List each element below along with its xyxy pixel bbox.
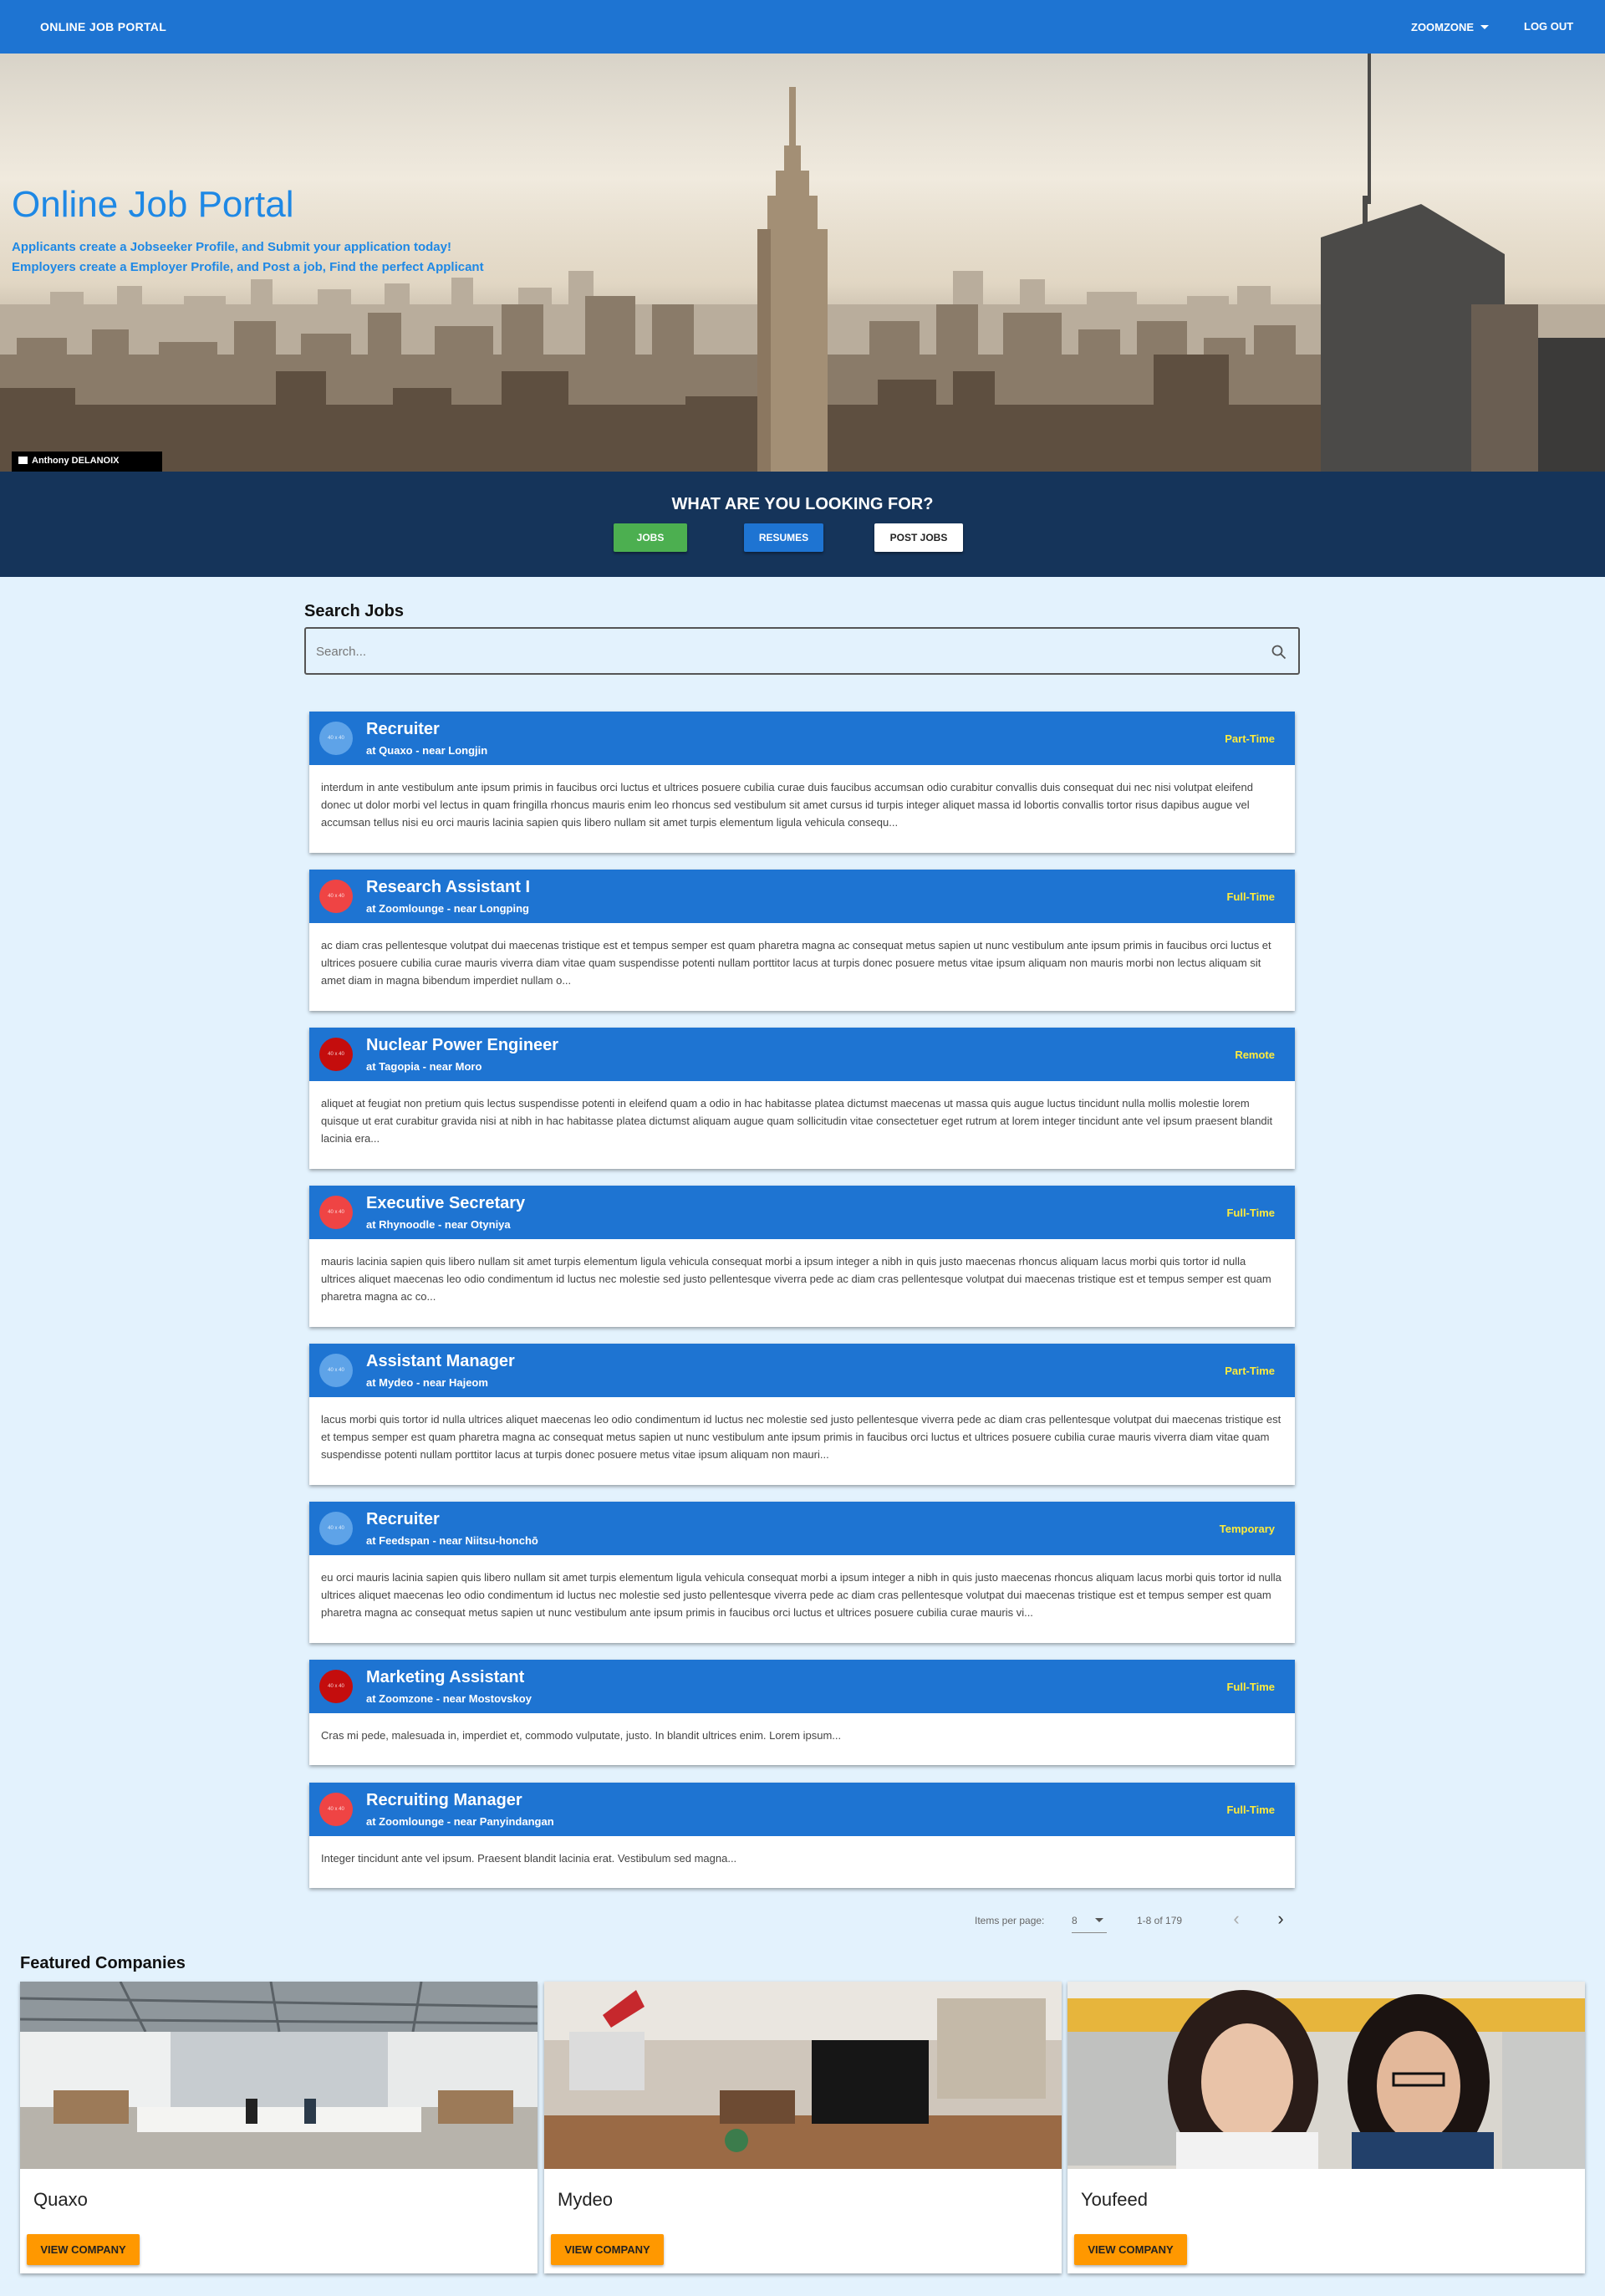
logout-button[interactable]: LOG OUT — [1524, 20, 1573, 33]
job-title[interactable]: Marketing Assistant — [366, 1668, 524, 1687]
job-description: Integer tincidunt ante vel ipsum. Praese… — [321, 1852, 737, 1865]
photo-credit[interactable]: Anthony DELANOIX — [12, 452, 162, 472]
company-name: Quaxo — [33, 2189, 88, 2210]
caret-down-icon — [1480, 25, 1490, 29]
job-type-badge: Full-Time — [1226, 1207, 1275, 1219]
company-logo: 40 x 40 — [319, 1038, 353, 1071]
brand-link[interactable]: ONLINE JOB PORTAL — [40, 20, 166, 33]
company-photo-desk — [544, 1982, 1062, 2169]
job-card[interactable]: 40 x 40 Marketing Assistant at Zoomzone - … — [309, 1660, 1295, 1765]
page-range-label: 1-8 of 179 — [1137, 1915, 1183, 1926]
looking-for-heading: WHAT ARE YOU LOOKING FOR? — [671, 495, 934, 513]
job-company-location: at Feedspan - near Niitsu-honchō — [366, 1534, 538, 1547]
job-card-header: 40 x 40 Recruiting Manager at Zoomlounge -… — [309, 1783, 1295, 1836]
job-company-location: at Mydeo - near Hajeom — [366, 1376, 488, 1389]
company-logo: 40 x 40 — [319, 1670, 353, 1703]
job-card[interactable]: 40 x 40 Research Assistant I at Zoomlounge… — [309, 870, 1295, 1011]
page-size-value: 8 — [1072, 1915, 1078, 1926]
job-card-header: 40 x 40 Executive Secretary at Rhynoodle -… — [309, 1186, 1295, 1239]
job-description: eu orci mauris lacinia sapien quis liber… — [321, 1571, 1281, 1619]
view-company-button[interactable]: VIEW COMPANY — [27, 2234, 140, 2265]
job-description: lacus morbi quis tortor id nulla ultrice… — [321, 1413, 1281, 1461]
company-photo-people — [1067, 1982, 1585, 2169]
camera-icon — [18, 457, 28, 464]
job-card[interactable]: 40 x 40 Recruiting Manager at Zoomlounge -… — [309, 1783, 1295, 1888]
job-card[interactable]: 40 x 40 Nuclear Power Engineer at Tagopia … — [309, 1028, 1295, 1169]
job-card-header: 40 x 40 Recruiter at Feedspan - near Niits… — [309, 1502, 1295, 1555]
next-page-button[interactable]: › — [1268, 1908, 1293, 1933]
job-card-header: 40 x 40 Marketing Assistant at Zoomzone - … — [309, 1660, 1295, 1713]
post-jobs-button[interactable]: POST JOBS — [874, 523, 963, 552]
job-card[interactable]: 40 x 40 Executive Secretary at Rhynoodle -… — [309, 1186, 1295, 1327]
job-title[interactable]: Assistant Manager — [366, 1352, 515, 1371]
job-title[interactable]: Recruiter — [366, 720, 440, 739]
search-field — [304, 627, 1300, 675]
company-name: Mydeo — [558, 2189, 614, 2210]
featured-companies-heading: Featured Companies — [20, 1954, 186, 1972]
company-logo: 40 x 40 — [319, 722, 353, 755]
company-photo-office — [20, 1982, 538, 2169]
job-company-location: at Zoomzone - near Mostovskoy — [366, 1692, 532, 1705]
job-title[interactable]: Nuclear Power Engineer — [366, 1036, 558, 1055]
resumes-button[interactable]: RESUMES — [744, 523, 823, 552]
view-company-button[interactable]: VIEW COMPANY — [1074, 2234, 1187, 2265]
job-type-badge: Part-Time — [1225, 1365, 1275, 1377]
job-type-badge: Full-Time — [1226, 1804, 1275, 1816]
items-per-page-label: Items per page: — [975, 1915, 1045, 1926]
job-company-location: at Tagopia - near Moro — [366, 1060, 482, 1073]
job-title[interactable]: Recruiter — [366, 1510, 440, 1529]
job-title[interactable]: Executive Secretary — [366, 1194, 525, 1213]
job-card-header: 40 x 40 Assistant Manager at Mydeo - near … — [309, 1344, 1295, 1397]
job-company-location: at Zoomlounge - near Longping — [366, 902, 529, 915]
view-company-button[interactable]: VIEW COMPANY — [551, 2234, 664, 2265]
company-logo: 40 x 40 — [319, 1793, 353, 1826]
job-description: Cras mi pede, malesuada in, imperdiet et… — [321, 1729, 842, 1742]
job-company-location: at Rhynoodle - near Otyniya — [366, 1218, 511, 1231]
company-card: Quaxo VIEW COMPANY — [20, 1982, 538, 2273]
job-type-badge: Remote — [1235, 1049, 1275, 1061]
hero-banner: Online Job Portal Applicants create a Jo… — [0, 54, 1605, 472]
hero-subtitle-applicants: Applicants create a Jobseeker Profile, a… — [12, 240, 451, 254]
hero-title: Online Job Portal — [12, 184, 294, 225]
search-input[interactable] — [316, 640, 1236, 662]
jobs-button[interactable]: JOBS — [614, 523, 687, 552]
job-type-badge: Temporary — [1219, 1523, 1275, 1535]
job-title[interactable]: Research Assistant I — [366, 878, 530, 897]
hero-subtitle-employers: Employers create a Employer Profile, and… — [12, 260, 484, 274]
job-card-header: 40 x 40 Research Assistant I at Zoomlounge… — [309, 870, 1295, 923]
job-type-badge: Full-Time — [1226, 1681, 1275, 1693]
job-type-badge: Part-Time — [1225, 732, 1275, 745]
company-logo: 40 x 40 — [319, 1354, 353, 1387]
company-name: Youfeed — [1081, 2189, 1148, 2210]
page-size-select[interactable]: 8 — [1072, 1915, 1107, 1933]
job-card[interactable]: 40 x 40 Recruiter at Feedspan - near Niits… — [309, 1502, 1295, 1643]
job-description: aliquet at feugiat non pretium quis lect… — [321, 1097, 1273, 1145]
user-menu-label: ZOOMZONE — [1411, 21, 1475, 33]
previous-page-button[interactable]: ‹ — [1224, 1908, 1249, 1933]
company-logo: 40 x 40 — [319, 1196, 353, 1229]
company-logo: 40 x 40 — [319, 1512, 353, 1545]
job-description: interdum in ante vestibulum ante ipsum p… — [321, 781, 1253, 829]
job-company-location: at Quaxo - near Longjin — [366, 744, 488, 757]
company-card: Youfeed VIEW COMPANY — [1067, 1982, 1585, 2273]
job-card-header: 40 x 40 Recruiter at Quaxo - near Longjin P… — [309, 712, 1295, 765]
company-card: Mydeo VIEW COMPANY — [544, 1982, 1062, 2273]
company-logo: 40 x 40 — [319, 880, 353, 913]
top-navbar: ONLINE JOB PORTAL ZOOMZONE LOG OUT — [0, 0, 1605, 54]
job-title[interactable]: Recruiting Manager — [366, 1791, 522, 1810]
user-menu-button[interactable]: ZOOMZONE — [1411, 21, 1490, 33]
job-description: mauris lacinia sapien quis libero nullam… — [321, 1255, 1271, 1303]
caret-down-icon — [1095, 1918, 1103, 1922]
search-jobs-heading: Search Jobs — [304, 602, 404, 620]
job-card[interactable]: 40 x 40 Assistant Manager at Mydeo - near … — [309, 1344, 1295, 1485]
job-description: ac diam cras pellentesque volutpat dui m… — [321, 939, 1271, 987]
job-card-header: 40 x 40 Nuclear Power Engineer at Tagopia … — [309, 1028, 1295, 1081]
job-type-badge: Full-Time — [1226, 890, 1275, 903]
job-card[interactable]: 40 x 40 Recruiter at Quaxo - near Longjin P… — [309, 712, 1295, 853]
job-company-location: at Zoomlounge - near Panyindangan — [366, 1815, 554, 1828]
photo-credit-name: Anthony DELANOIX — [32, 456, 120, 466]
search-icon[interactable] — [1271, 645, 1287, 660]
looking-for-section: WHAT ARE YOU LOOKING FOR? JOBS RESUMES P… — [0, 472, 1605, 577]
